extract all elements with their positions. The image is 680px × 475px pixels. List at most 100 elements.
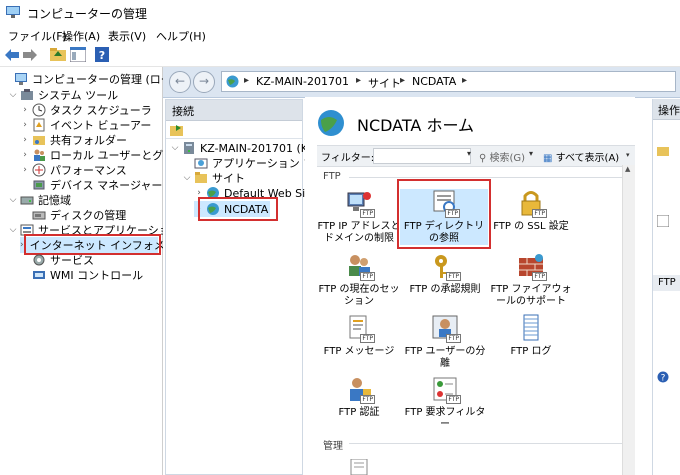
feature-ftp-messages[interactable]: FTP FTP メッセージ xyxy=(315,314,403,358)
chevron-right-icon[interactable]: › xyxy=(20,150,30,160)
user-isolation-icon: FTP xyxy=(431,314,461,343)
feature-ftp-ip-restrictions[interactable]: FTP FTP IP アドレスとドメインの制限 xyxy=(315,189,403,245)
performance-icon xyxy=(32,163,46,177)
actions-section-header: FTP xyxy=(653,275,680,291)
filter-bar: フィルター: ▾ ⚲ 検索(G) ▾ ▦ すべて表示(A) ▾ xyxy=(317,145,635,167)
chevron-right-icon[interactable]: › xyxy=(20,105,30,115)
console-tree-icon[interactable] xyxy=(70,47,86,62)
chevron-down-icon[interactable]: ⌵ xyxy=(8,225,18,235)
forward-button[interactable]: → xyxy=(193,71,215,93)
authentication-icon: FTP xyxy=(345,375,375,404)
filter-input[interactable] xyxy=(373,148,471,164)
tree-item-system-tools[interactable]: ⌵ システム ツール xyxy=(8,87,118,103)
menu-view[interactable]: 表示(V) xyxy=(108,28,146,44)
tree-item-label: パフォーマンス xyxy=(50,164,127,177)
tree-item-performance[interactable]: › パフォーマンス xyxy=(20,162,127,178)
menu-help[interactable]: ヘルプ(H) xyxy=(156,28,206,44)
tree-item-shared-folders[interactable]: › 共有フォルダー xyxy=(20,132,127,148)
tree-item-storage[interactable]: ⌵ 記憶域 xyxy=(8,192,71,208)
search-button[interactable]: ⚲ 検索(G) xyxy=(479,149,525,164)
feature-ftp-authorization-rules[interactable]: FTP FTP の承認規則 xyxy=(401,252,489,296)
feature-ftp-current-sessions[interactable]: FTP FTP の現在のセッション xyxy=(315,252,403,308)
services-gear-icon xyxy=(33,254,45,266)
feature-label: FTP の承認規則 xyxy=(409,284,481,295)
globe-icon xyxy=(226,75,239,88)
users-icon xyxy=(34,149,45,161)
explore-icon[interactable] xyxy=(657,145,669,157)
feature-ftp-authentication[interactable]: FTP FTP 認証 xyxy=(315,375,403,419)
connections-title: 接続 xyxy=(172,105,194,118)
help-icon[interactable]: ? xyxy=(95,47,109,62)
feature-ftp-logging[interactable]: FTP ログ xyxy=(487,314,575,358)
tree-item-label: 共有フォルダー xyxy=(50,134,127,147)
overflow-icon[interactable]: ▾ xyxy=(626,151,630,159)
storage-icon xyxy=(20,196,34,205)
up-folder-icon[interactable] xyxy=(50,47,66,62)
conn-item-sites[interactable]: ⌵ サイト xyxy=(182,170,245,186)
device-manager-icon xyxy=(33,180,45,190)
conn-item-server[interactable]: ⌵ KZ-MAIN-201701 (KZ- xyxy=(170,140,320,156)
menu-bar: ファイル(F) 操作(A) 表示(V) ヘルプ(H) xyxy=(0,26,680,44)
feature-label: FTP 要求フィルター xyxy=(404,407,486,430)
feature-ftp-user-isolation[interactable]: FTP FTP ユーザーの分離 xyxy=(401,314,489,370)
chevron-down-icon[interactable]: ⌵ xyxy=(170,143,180,153)
clock-icon xyxy=(32,103,46,117)
tree-item-task-scheduler[interactable]: › タスク スケジューラ xyxy=(20,102,152,118)
tree-item-label: ディスクの管理 xyxy=(50,209,127,222)
wmi-icon xyxy=(33,271,45,279)
chevron-right-icon[interactable]: › xyxy=(20,135,30,145)
tree-item-services[interactable]: サービス xyxy=(20,252,94,268)
addr-segment-server[interactable]: KZ-MAIN-201701 xyxy=(256,75,349,88)
highlight-box-ncdata xyxy=(198,197,278,221)
tree-item-event-viewer[interactable]: › イベント ビューアー xyxy=(20,117,151,133)
filter-label: フィルター: xyxy=(321,153,375,164)
back-arrow-icon[interactable] xyxy=(5,49,19,61)
addr-segment-ncdata[interactable]: NCDATA xyxy=(412,75,456,88)
chevron-down-icon[interactable]: ⌵ xyxy=(8,195,18,205)
tree-item-label: KZ-MAIN-201701 (KZ- xyxy=(200,141,320,155)
feature-ftp-request-filtering[interactable]: FTP FTP 要求フィルター xyxy=(401,375,489,431)
disk-icon xyxy=(32,211,46,220)
actions-header: 操作 xyxy=(653,99,680,120)
edit-icon[interactable] xyxy=(657,215,669,227)
scroll-up-icon[interactable]: ▲ xyxy=(625,165,630,173)
addr-segment-sites[interactable]: サイト xyxy=(368,75,401,91)
start-page-icon[interactable] xyxy=(170,124,184,137)
messages-icon: FTP xyxy=(345,314,375,343)
search-dropdown-icon[interactable]: ▾ xyxy=(529,149,533,158)
show-all-icon: ▦ xyxy=(543,153,556,164)
show-all-button[interactable]: ▦ すべて表示(A) xyxy=(543,149,619,164)
back-button[interactable]: ← xyxy=(169,71,191,93)
addr-separator: ▸ xyxy=(244,75,250,86)
sessions-icon: FTP xyxy=(345,252,375,281)
chevron-down-icon[interactable]: ⌵ xyxy=(8,90,18,100)
tree-item-device-manager[interactable]: デバイス マネージャー xyxy=(20,177,162,193)
feature-label: FTP ファイアウォールのサポート xyxy=(490,284,572,307)
help-icon[interactable]: ? xyxy=(657,371,669,383)
feature-ftp-firewall-support[interactable]: FTP FTP ファイアウォールのサポート xyxy=(487,252,575,308)
tree-item-label: イベント ビューアー xyxy=(50,119,152,132)
filter-dropdown-icon[interactable]: ▾ xyxy=(467,149,471,158)
actions-title: 操作 xyxy=(658,104,680,117)
ip-restriction-icon: FTP xyxy=(345,189,375,218)
toolbar: ? xyxy=(0,44,680,67)
shared-folder-icon xyxy=(33,136,45,145)
chevron-down-icon[interactable]: ⌵ xyxy=(182,173,192,183)
window-title: コンピューターの管理 xyxy=(27,7,148,21)
chevron-right-icon[interactable]: › xyxy=(20,120,30,130)
forward-arrow-icon[interactable] xyxy=(23,49,37,61)
tree-item-label: システム ツール xyxy=(38,89,119,102)
features-scrollbar[interactable]: ▲ xyxy=(622,165,635,475)
chevron-right-icon[interactable]: › xyxy=(20,165,30,175)
feature-ftp-ssl-settings[interactable]: FTP FTP の SSL 設定 xyxy=(487,189,575,233)
tree-item-wmi-control[interactable]: WMI コントロール xyxy=(20,267,143,283)
address-bar: ← → ▸ KZ-MAIN-201701 ▸ サイト ▸ NCDATA ▸ xyxy=(163,67,680,98)
menu-action[interactable]: 操作(A) xyxy=(62,28,100,44)
address-field[interactable]: ▸ KZ-MAIN-201701 ▸ サイト ▸ NCDATA ▸ xyxy=(221,71,676,92)
menu-file[interactable]: ファイル(F) xyxy=(8,28,67,44)
feature-label: FTP IP アドレスとドメインの制限 xyxy=(317,221,401,244)
config-editor-icon[interactable] xyxy=(349,459,369,475)
tree-item-disk-management[interactable]: ディスクの管理 xyxy=(20,207,126,223)
console-tree-pane: コンピューターの管理 (ローカル) ⌵ システム ツール › タスク スケジュー… xyxy=(0,67,209,475)
feature-label: FTP ログ xyxy=(510,346,552,357)
